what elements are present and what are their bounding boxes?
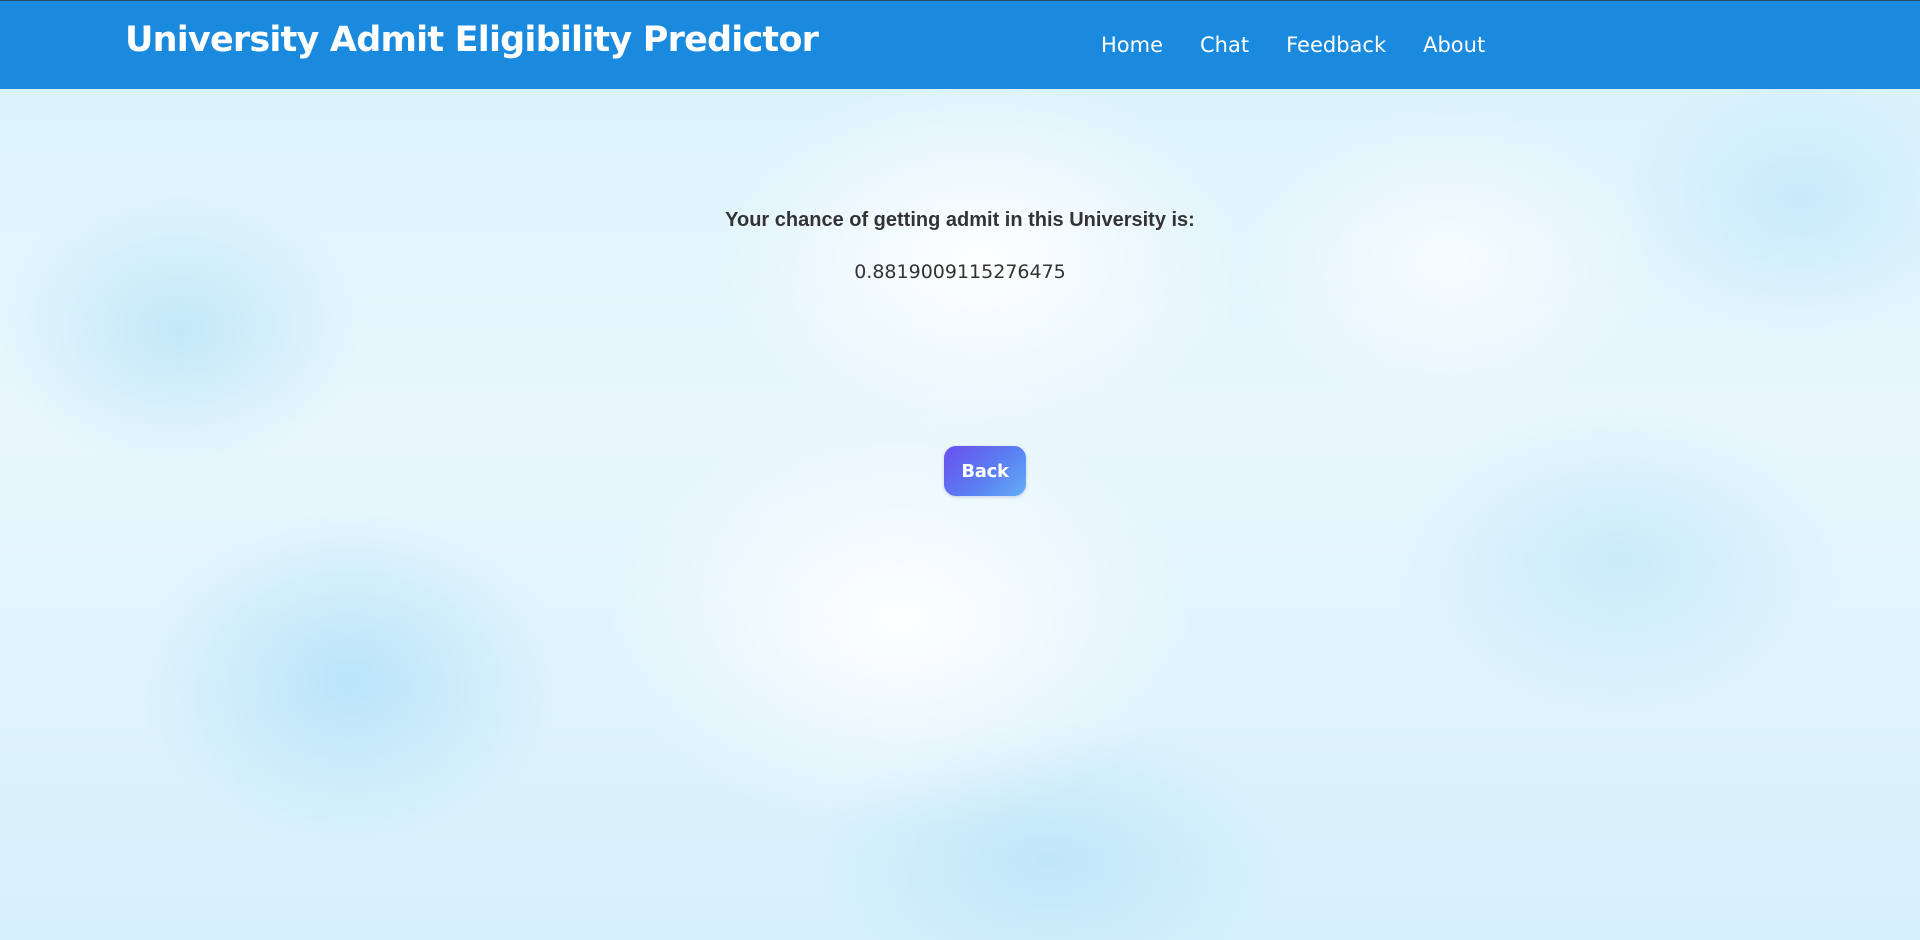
nav-links: Home Chat Feedback About: [1101, 33, 1522, 57]
result-value: 0.8819009115276475: [854, 261, 1066, 283]
brand-title[interactable]: University Admit Eligibility Predictor: [125, 20, 819, 60]
top-navbar: University Admit Eligibility Predictor H…: [0, 0, 1920, 89]
nav-link-about[interactable]: About: [1423, 33, 1485, 57]
result-label: Your chance of getting admit in this Uni…: [725, 209, 1195, 231]
nav-link-chat[interactable]: Chat: [1200, 33, 1249, 57]
nav-link-feedback[interactable]: Feedback: [1286, 33, 1386, 57]
nav-link-home[interactable]: Home: [1101, 33, 1163, 57]
back-button[interactable]: Back: [944, 446, 1026, 496]
